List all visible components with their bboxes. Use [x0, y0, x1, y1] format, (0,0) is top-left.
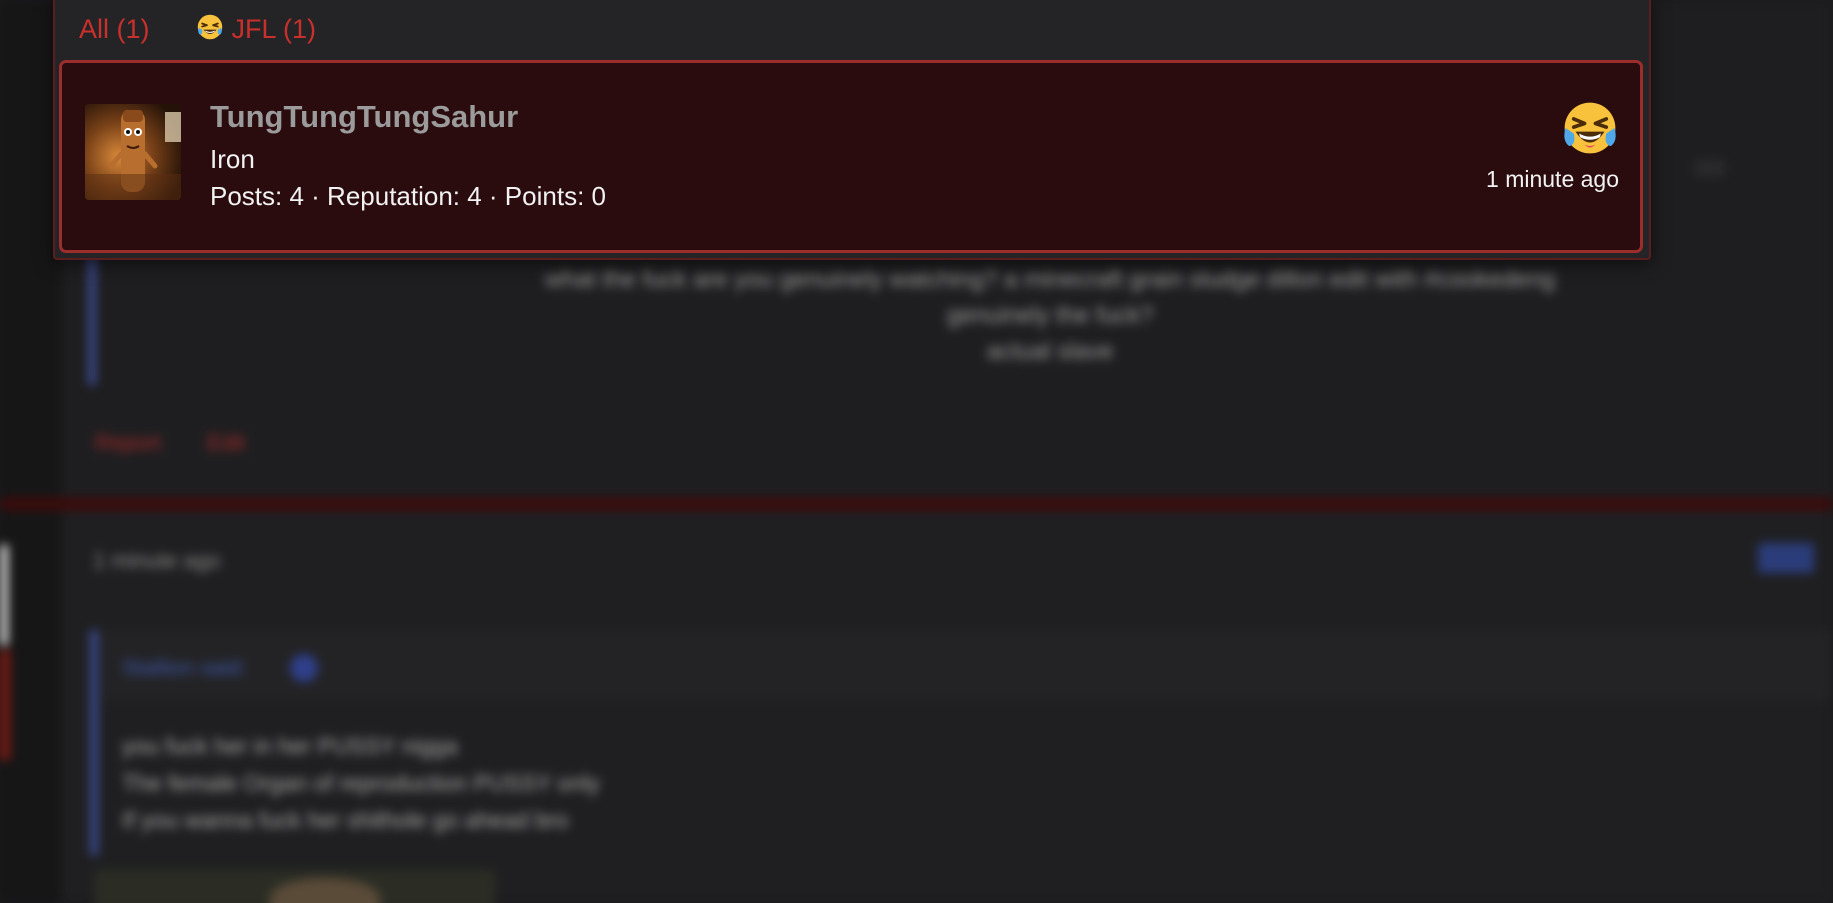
user-rank: Iron [210, 144, 255, 174]
reaction-timestamp[interactable]: 1 minute ago [1486, 166, 1619, 193]
new-badge [1758, 543, 1814, 573]
report-link[interactable]: Report [95, 430, 161, 455]
user-stats: Posts: 4 · Reputation: 4 · Points: 0 [210, 181, 606, 211]
quote-line: you fuck her in her PUSSY nigga [122, 733, 458, 759]
post-actions: Report Edit [95, 430, 285, 456]
post-text-line: what the fuck are you genuinely watching… [545, 266, 1555, 293]
tab-all[interactable]: All (1) [79, 10, 150, 45]
quote-header [100, 630, 1833, 700]
reactions-popup: All (1) JFL (1) TungTungTungSahur Iron P… [53, 0, 1651, 260]
post-divider [0, 497, 1833, 511]
quote-text: you fuck her in her PUSSY nigga The fema… [122, 728, 600, 839]
laughing-crying-emoji-icon [196, 13, 224, 45]
quote-bar [88, 255, 96, 385]
next-post [62, 511, 1833, 903]
edit-link[interactable]: Edit [207, 430, 245, 455]
page: what the fuck are you genuinely watching… [0, 0, 1833, 903]
reaction-item: TungTungTungSahur Iron Posts: 4 · Reputa… [59, 60, 1643, 253]
quote-author[interactable]: Stallion said: [122, 655, 247, 681]
post-badge [1695, 160, 1725, 176]
laughing-crying-emoji-icon [1561, 99, 1619, 157]
quote-line: If you wanna fuck her shithole go ahead … [122, 807, 569, 833]
post-text-line: genuinely the fuck? [946, 302, 1154, 329]
tab-label: All (1) [79, 13, 150, 44]
post-time: 1 minute ago [93, 548, 221, 573]
reaction-tabs: All (1) JFL (1) [55, 0, 1649, 58]
post-text-line: actual slave [986, 338, 1114, 365]
quote-expand-icon[interactable] [290, 654, 318, 682]
post-text: what the fuck are you genuinely watching… [420, 262, 1680, 370]
username-link[interactable]: TungTungTungSahur [210, 99, 518, 135]
user-banner [0, 650, 10, 760]
avatar [0, 545, 8, 645]
quote-bar [90, 630, 98, 855]
quote-line: The female Organ of reproduction PUSSY o… [122, 770, 600, 796]
tab-jfl[interactable]: JFL (1) [196, 9, 317, 45]
tab-label: JFL (1) [231, 13, 317, 44]
user-avatar[interactable] [85, 104, 181, 200]
